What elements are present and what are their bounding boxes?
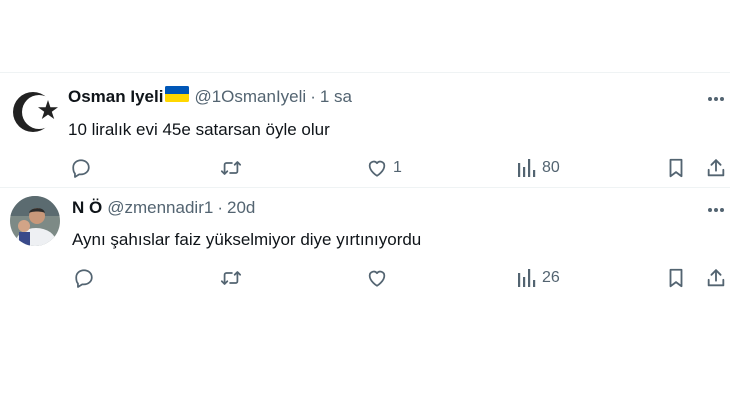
tweet-text: 10 liralık evi 45e satarsan öyle olur	[68, 120, 330, 139]
avatar[interactable]	[10, 87, 60, 137]
like-button[interactable]	[366, 266, 393, 290]
timestamp[interactable]: 1 sa	[320, 86, 352, 108]
like-icon	[366, 267, 388, 289]
more-icon[interactable]	[704, 87, 728, 111]
tweet-header: Osman Iyeli @1OsmanIyeli · 1 sa	[68, 86, 352, 108]
reply-icon	[70, 157, 92, 179]
share-icon	[705, 267, 727, 289]
avatar[interactable]	[10, 196, 60, 246]
views-icon	[517, 267, 537, 289]
tweet-text: Aynı şahıslar faiz yükselmiyor diye yırt…	[72, 230, 422, 249]
retweet-icon	[219, 157, 243, 179]
like-count: 1	[393, 159, 402, 176]
share-button[interactable]	[705, 156, 727, 180]
crescent-star-logo	[13, 92, 58, 132]
bookmark-button[interactable]	[666, 156, 686, 180]
tweet-n-o[interactable]: N Ö @zmennadir1 · 20d Aynı şahıslar faiz…	[0, 187, 730, 307]
views-button[interactable]: 80	[517, 156, 560, 180]
profile-photo	[10, 196, 60, 246]
views-count: 80	[542, 159, 560, 176]
user-handle[interactable]: @zmennadir1	[107, 197, 213, 219]
display-name[interactable]: Osman Iyeli	[68, 86, 163, 108]
more-icon[interactable]	[704, 198, 728, 222]
views-button[interactable]: 26	[517, 266, 560, 290]
like-icon	[366, 157, 388, 179]
views-icon	[517, 157, 537, 179]
tweet-osman[interactable]: Osman Iyeli @1OsmanIyeli · 1 sa 10 liral…	[0, 72, 730, 192]
separator-dot: ·	[310, 87, 316, 106]
user-handle[interactable]: @1OsmanIyeli	[194, 86, 306, 108]
reply-button[interactable]	[73, 266, 100, 290]
like-button[interactable]: 1	[366, 156, 402, 180]
separator-dot: ·	[217, 198, 223, 217]
display-name[interactable]: N Ö	[72, 197, 102, 219]
bookmark-button[interactable]	[666, 266, 686, 290]
reply-icon	[73, 267, 95, 289]
share-button[interactable]	[705, 266, 727, 290]
ukraine-flag-icon	[165, 86, 190, 108]
retweet-button[interactable]	[219, 156, 248, 180]
timestamp[interactable]: 20d	[227, 197, 255, 219]
bookmark-icon	[666, 157, 686, 179]
reply-button[interactable]	[70, 156, 97, 180]
retweet-button[interactable]	[219, 266, 248, 290]
tweet-header: N Ö @zmennadir1 · 20d	[72, 197, 255, 219]
views-count: 26	[542, 269, 560, 286]
share-icon	[705, 157, 727, 179]
retweet-icon	[219, 267, 243, 289]
bookmark-icon	[666, 267, 686, 289]
